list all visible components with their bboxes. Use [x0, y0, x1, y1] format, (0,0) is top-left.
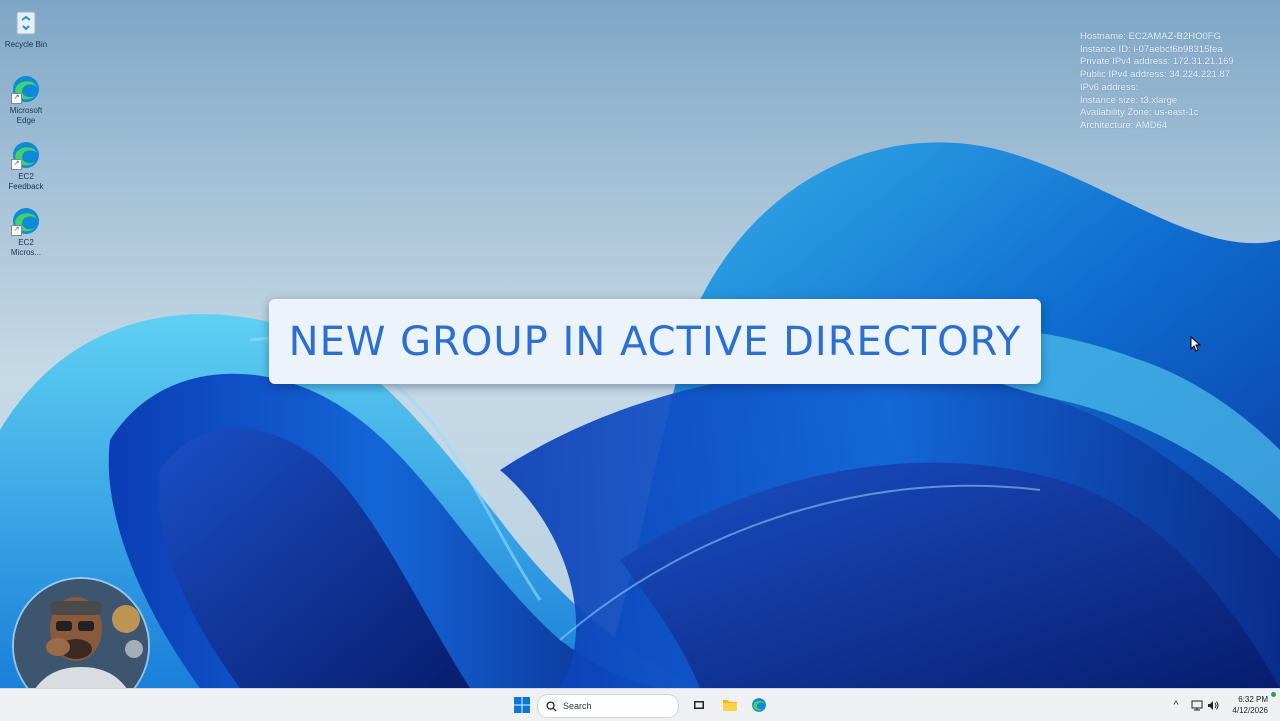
instance-size-text: Instance size: t3.xlarge — [1080, 94, 1178, 106]
availability-zone-text: Availability Zone: us-east-1c — [1080, 107, 1199, 119]
edge-icon — [752, 698, 766, 712]
speaker-icon — [1208, 700, 1219, 710]
search-icon — [546, 700, 557, 712]
mouse-cursor-icon — [1190, 336, 1202, 352]
clock-time: 6:32 PM — [1238, 695, 1268, 704]
chevron-up-icon: ^ — [1173, 699, 1179, 711]
desktop-icon-recycle-bin[interactable]: Recycle Bin — [4, 8, 48, 50]
edge-icon: ↗ — [11, 74, 41, 104]
shortcut-arrow-icon: ↗ — [11, 225, 22, 236]
file-explorer-button[interactable] — [719, 693, 741, 717]
instance-id-text: Instance ID: i-07aebcf6b98315fea — [1080, 43, 1223, 55]
desktop-icon-label: Recycle Bin — [4, 40, 48, 49]
edge-taskbar-button[interactable] — [748, 693, 770, 717]
desktop-icon-label: Microsoft Edge — [9, 106, 43, 125]
show-hidden-icons-button[interactable]: ^ — [1168, 693, 1184, 717]
edge-icon: ↗ — [11, 206, 41, 236]
shortcut-arrow-icon: ↗ — [11, 93, 22, 104]
desktop[interactable]: Recycle Bin ↗ Microsoft Edge ↗ EC2 Feedb… — [0, 0, 1280, 688]
volume-button[interactable] — [1206, 693, 1220, 717]
taskbar: Search ^ 6:32 PM 4/12/2026 — [0, 688, 1280, 721]
desktop-icon-microsoft-edge[interactable]: ↗ Microsoft Edge — [4, 74, 48, 126]
clock[interactable]: 6:32 PM 4/12/2026 — [1228, 694, 1268, 716]
network-button[interactable] — [1190, 693, 1204, 717]
folder-icon — [723, 700, 737, 711]
desktop-icon-label: EC2 Feedback — [8, 172, 44, 191]
banner-title: NEW GROUP IN ACTIVE DIRECTORY — [288, 318, 1022, 365]
clock-date: 4/12/2026 — [1232, 706, 1268, 715]
private-ipv4-text: Private IPv4 address: 172.31.21.169 — [1080, 56, 1234, 68]
task-view-button[interactable] — [688, 693, 710, 717]
ipv6-text: IPv6 address: — [1080, 81, 1139, 93]
edge-icon: ↗ — [11, 140, 41, 170]
public-ipv4-text: Public IPv4 address: 34.224.221.87 — [1080, 69, 1230, 81]
shortcut-arrow-icon: ↗ — [11, 159, 22, 170]
bginfo-system-info: Hostname: EC2AMAZ-B2HO0FG Instance ID: i… — [1080, 31, 1234, 133]
desktop-icon-label: EC2 Micros... — [10, 238, 42, 257]
network-monitor-icon — [1191, 700, 1203, 710]
start-button[interactable] — [510, 693, 534, 717]
title-banner: NEW GROUP IN ACTIVE DIRECTORY — [269, 299, 1041, 384]
task-view-icon — [694, 701, 704, 709]
hostname-text: Hostname: EC2AMAZ-B2HO0FG — [1080, 31, 1221, 42]
search-placeholder: Search — [563, 701, 592, 711]
desktop-icon-ec2-microsoft[interactable]: ↗ EC2 Micros... — [4, 206, 48, 258]
recycle-bin-icon — [11, 8, 41, 38]
desktop-icon-ec2-feedback[interactable]: ↗ EC2 Feedback — [4, 140, 48, 192]
taskbar-search[interactable]: Search — [537, 694, 679, 718]
notification-dot-icon — [1271, 692, 1276, 697]
architecture-text: Architecture: AMD64 — [1080, 119, 1168, 131]
windows-logo-icon — [514, 697, 530, 713]
